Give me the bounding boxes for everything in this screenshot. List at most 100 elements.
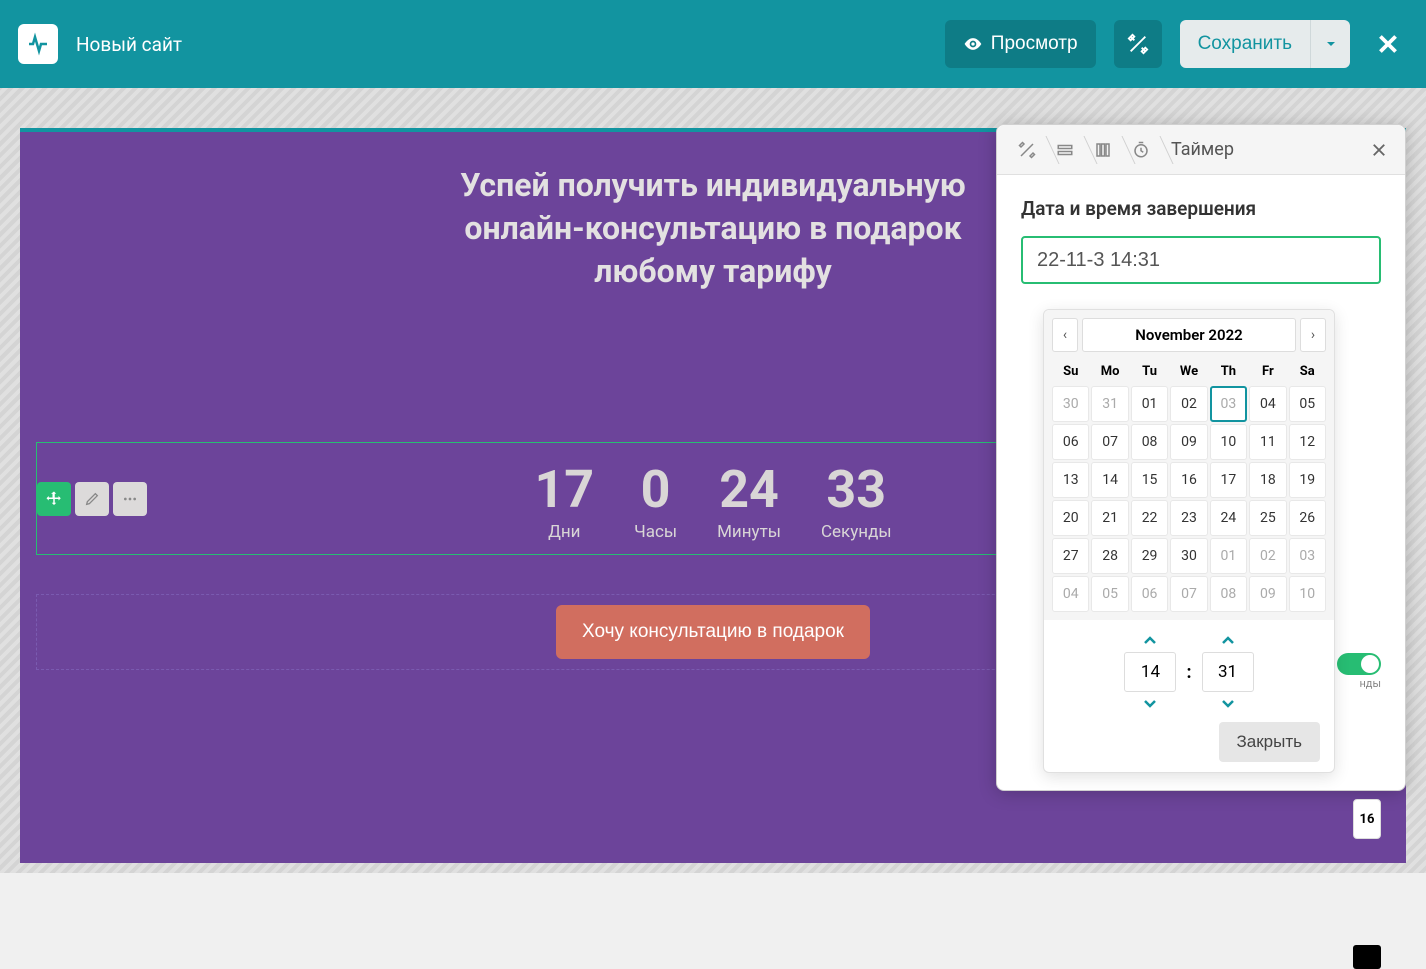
cal-day[interactable]: 04 [1052,576,1089,612]
crumb-section-icon[interactable] [1047,132,1083,168]
site-title[interactable]: Новый сайт [76,33,182,56]
more-element-button[interactable] [113,482,147,516]
cal-day[interactable]: 09 [1249,576,1286,612]
cal-day[interactable]: 28 [1091,538,1128,574]
cal-day[interactable]: 12 [1289,424,1326,460]
picker-close-button[interactable]: Закрыть [1219,722,1320,762]
cal-day[interactable]: 13 [1052,462,1089,498]
minutes-value: 24 [717,459,781,520]
cal-day[interactable]: 02 [1249,538,1286,574]
cal-day[interactable]: 14 [1091,462,1128,498]
cal-day[interactable]: 08 [1210,576,1247,612]
cal-day[interactable]: 10 [1289,576,1326,612]
edit-element-button[interactable] [75,482,109,516]
cal-day[interactable]: 15 [1131,462,1168,498]
app-logo [18,24,58,64]
pencil-icon [84,491,100,507]
cal-day[interactable]: 10 [1210,424,1247,460]
cal-day[interactable]: 09 [1170,424,1207,460]
minute-value[interactable]: 31 [1202,652,1254,692]
minute-up-button[interactable] [1221,632,1235,648]
cal-day[interactable]: 26 [1289,500,1326,536]
cal-dow: Mo [1091,358,1128,384]
move-icon [45,490,63,508]
crumb-design-icon[interactable] [1009,132,1045,168]
dots-icon [122,491,138,507]
hour-value[interactable]: 14 [1124,652,1176,692]
cal-dow: Fr [1249,358,1286,384]
cal-day[interactable]: 29 [1131,538,1168,574]
seconds-toggle-label: нды [1359,677,1381,690]
element-controls [37,482,147,516]
close-editor-button[interactable] [1368,20,1408,68]
eye-icon [963,34,983,54]
cal-day[interactable]: 07 [1170,576,1207,612]
datetime-picker-popup: ‹ November 2022 › SuMoTuWeThFrSa30310102… [1043,309,1335,773]
cal-dow: We [1170,358,1207,384]
datetime-input[interactable] [1021,236,1381,284]
cal-day[interactable]: 05 [1289,386,1326,422]
hours-value: 0 [634,459,677,520]
panel-close-button[interactable] [1365,136,1393,164]
cal-day[interactable]: 03 [1289,538,1326,574]
cal-month-title[interactable]: November 2022 [1082,318,1296,352]
color-swatch-peek[interactable] [1353,945,1381,969]
design-tools-button[interactable] [1114,20,1162,68]
cal-day[interactable]: 23 [1170,500,1207,536]
ruler-pencil-icon [1127,33,1149,55]
font-size-peek[interactable]: 16 [1353,799,1381,839]
cal-day[interactable]: 18 [1249,462,1286,498]
settings-panel: Таймер Дата и время завершения нды 16 ‹ … [996,124,1406,791]
cal-day[interactable]: 06 [1052,424,1089,460]
cal-day[interactable]: 01 [1210,538,1247,574]
hour-up-button[interactable] [1143,632,1157,648]
close-icon [1375,31,1401,57]
seconds-value: 33 [821,459,892,520]
cal-day[interactable]: 30 [1170,538,1207,574]
datetime-field-label: Дата и время завершения [1021,197,1381,220]
cal-day[interactable]: 11 [1249,424,1286,460]
cal-dow: Su [1052,358,1089,384]
cal-day[interactable]: 20 [1052,500,1089,536]
seconds-toggle[interactable] [1337,653,1381,675]
preview-button[interactable]: Просмотр [945,20,1096,68]
cal-day[interactable]: 06 [1131,576,1168,612]
cal-day[interactable]: 17 [1210,462,1247,498]
top-toolbar: Новый сайт Просмотр Сохранить [0,0,1426,88]
cal-day[interactable]: 07 [1091,424,1128,460]
close-icon [1370,141,1388,159]
cal-day[interactable]: 08 [1131,424,1168,460]
cal-day[interactable]: 30 [1052,386,1089,422]
cal-day[interactable]: 02 [1170,386,1207,422]
cal-day[interactable]: 31 [1091,386,1128,422]
cal-day[interactable]: 01 [1131,386,1168,422]
cal-day[interactable]: 22 [1131,500,1168,536]
save-button[interactable]: Сохранить [1180,20,1310,68]
cal-prev-button[interactable]: ‹ [1052,318,1078,352]
cal-dow: Th [1210,358,1247,384]
days-value: 17 [534,459,594,520]
hour-down-button[interactable] [1143,696,1157,712]
save-dropdown-button[interactable] [1310,20,1350,68]
cal-day[interactable]: 05 [1091,576,1128,612]
panel-breadcrumb: Таймер [997,125,1405,175]
crumb-column-icon[interactable] [1085,132,1121,168]
caret-down-icon [1325,38,1337,50]
cal-day[interactable]: 24 [1210,500,1247,536]
cal-day[interactable]: 04 [1249,386,1286,422]
cal-day[interactable]: 25 [1249,500,1286,536]
cal-day[interactable]: 19 [1289,462,1326,498]
crumb-timer-label: Таймер [1161,139,1244,160]
cal-dow: Tu [1131,358,1168,384]
cal-day[interactable]: 27 [1052,538,1089,574]
cal-dow: Sa [1289,358,1326,384]
crumb-timer-icon[interactable] [1123,132,1159,168]
move-handle[interactable] [37,482,71,516]
cta-button[interactable]: Хочу консультацию в подарок [556,605,870,659]
minute-down-button[interactable] [1221,696,1235,712]
cal-day[interactable]: 03 [1210,386,1247,422]
cal-next-button[interactable]: › [1300,318,1326,352]
cal-day[interactable]: 16 [1170,462,1207,498]
time-picker: 14 : 31 [1044,620,1334,722]
cal-day[interactable]: 21 [1091,500,1128,536]
